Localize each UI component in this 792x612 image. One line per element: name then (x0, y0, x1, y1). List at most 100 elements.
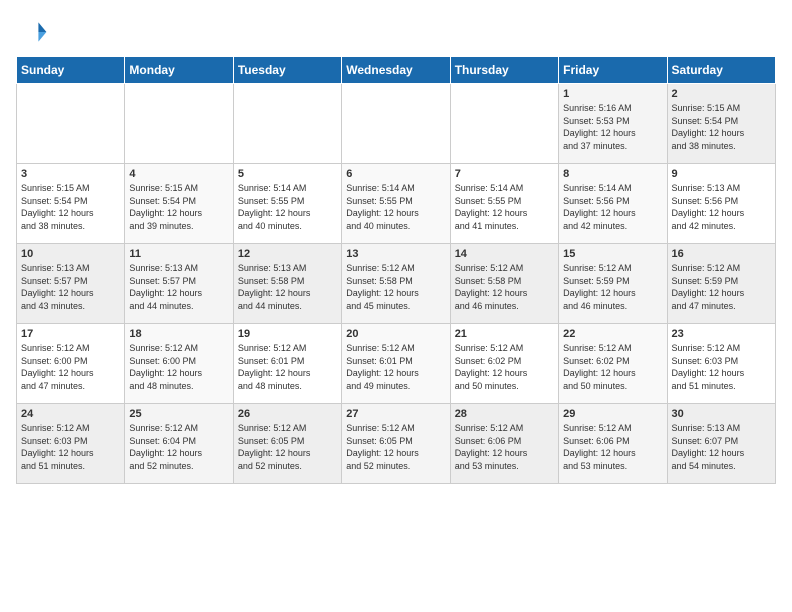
day-info: Sunrise: 5:12 AM Sunset: 6:02 PM Dayligh… (563, 342, 662, 392)
day-cell: 30Sunrise: 5:13 AM Sunset: 6:07 PM Dayli… (667, 404, 775, 484)
day-cell: 29 Sunrise: 5:12 AM Sunset: 6:06 PM Dayli… (559, 404, 667, 484)
day-cell: 7 Sunrise: 5:14 AM Sunset: 5:55 PM Daylig… (450, 164, 558, 244)
day-cell: 22 Sunrise: 5:12 AM Sunset: 6:02 PM Dayli… (559, 324, 667, 404)
day-cell: 25Sunrise: 5:12 AM Sunset: 6:04 PM Dayli… (125, 404, 233, 484)
day-info: Sunrise: 5:13 AM Sunset: 5:57 PM Dayligh… (21, 262, 120, 312)
day-number: 15 (563, 248, 662, 260)
day-cell: 23 Sunrise: 5:12 AM Sunset: 6:03 PM Dayli… (667, 324, 775, 404)
day-number: 29 (563, 408, 662, 420)
day-number: 2 (672, 88, 771, 100)
day-info: Sunrise: 5:12 AM Sunset: 6:06 PM Dayligh… (563, 422, 662, 472)
day-number: 19 (238, 328, 337, 340)
calendar-header: SundayMondayTuesdayWednesdayThursdayFrid… (17, 57, 776, 84)
day-number: 10 (21, 248, 120, 260)
day-number: 8 (563, 168, 662, 180)
day-number: 3 (21, 168, 120, 180)
day-number: 6 (346, 168, 445, 180)
day-info: Sunrise: 5:12 AM Sunset: 6:02 PM Dayligh… (455, 342, 554, 392)
day-cell: 28Sunrise: 5:12 AM Sunset: 6:06 PM Dayli… (450, 404, 558, 484)
day-info: Sunrise: 5:12 AM Sunset: 6:03 PM Dayligh… (672, 342, 771, 392)
day-number: 20 (346, 328, 445, 340)
day-info: Sunrise: 5:13 AM Sunset: 5:56 PM Dayligh… (672, 182, 771, 232)
logo-icon (16, 16, 48, 48)
day-info: Sunrise: 5:12 AM Sunset: 6:06 PM Dayligh… (455, 422, 554, 472)
day-number: 16 (672, 248, 771, 260)
day-number: 23 (672, 328, 771, 340)
day-number: 5 (238, 168, 337, 180)
day-number: 1 (563, 88, 662, 100)
day-cell: 19 Sunrise: 5:12 AM Sunset: 6:01 PM Dayli… (233, 324, 341, 404)
header-sunday: Sunday (17, 57, 125, 84)
day-cell (233, 84, 341, 164)
week-row-1: 1 Sunrise: 5:16 AM Sunset: 5:53 PM Daylig… (17, 84, 776, 164)
day-info: Sunrise: 5:15 AM Sunset: 5:54 PM Dayligh… (672, 102, 771, 152)
day-info: Sunrise: 5:15 AM Sunset: 5:54 PM Dayligh… (129, 182, 228, 232)
day-number: 13 (346, 248, 445, 260)
day-cell: 12Sunrise: 5:13 AM Sunset: 5:58 PM Dayli… (233, 244, 341, 324)
day-number: 9 (672, 168, 771, 180)
day-cell (125, 84, 233, 164)
day-info: Sunrise: 5:12 AM Sunset: 6:00 PM Dayligh… (21, 342, 120, 392)
day-info: Sunrise: 5:14 AM Sunset: 5:55 PM Dayligh… (238, 182, 337, 232)
page-header (16, 16, 776, 48)
header-monday: Monday (125, 57, 233, 84)
day-info: Sunrise: 5:12 AM Sunset: 6:01 PM Dayligh… (238, 342, 337, 392)
day-number: 30 (672, 408, 771, 420)
day-info: Sunrise: 5:14 AM Sunset: 5:56 PM Dayligh… (563, 182, 662, 232)
day-cell (17, 84, 125, 164)
week-row-4: 17 Sunrise: 5:12 AM Sunset: 6:00 PM Dayli… (17, 324, 776, 404)
day-cell: 6 Sunrise: 5:14 AM Sunset: 5:55 PM Daylig… (342, 164, 450, 244)
day-number: 7 (455, 168, 554, 180)
day-cell: 18Sunrise: 5:12 AM Sunset: 6:00 PM Dayli… (125, 324, 233, 404)
day-cell (450, 84, 558, 164)
day-cell: 9 Sunrise: 5:13 AM Sunset: 5:56 PM Daylig… (667, 164, 775, 244)
day-info: Sunrise: 5:12 AM Sunset: 6:04 PM Dayligh… (129, 422, 228, 472)
day-cell: 17 Sunrise: 5:12 AM Sunset: 6:00 PM Dayli… (17, 324, 125, 404)
header-saturday: Saturday (667, 57, 775, 84)
day-info: Sunrise: 5:13 AM Sunset: 5:58 PM Dayligh… (238, 262, 337, 312)
day-info: Sunrise: 5:12 AM Sunset: 6:03 PM Dayligh… (21, 422, 120, 472)
day-cell: 24 Sunrise: 5:12 AM Sunset: 6:03 PM Dayli… (17, 404, 125, 484)
day-info: Sunrise: 5:12 AM Sunset: 6:01 PM Dayligh… (346, 342, 445, 392)
day-cell: 2 Sunrise: 5:15 AM Sunset: 5:54 PM Daylig… (667, 84, 775, 164)
day-number: 24 (21, 408, 120, 420)
day-number: 11 (129, 248, 228, 260)
day-cell: 1 Sunrise: 5:16 AM Sunset: 5:53 PM Daylig… (559, 84, 667, 164)
day-cell: 8 Sunrise: 5:14 AM Sunset: 5:56 PM Daylig… (559, 164, 667, 244)
day-cell: 20 Sunrise: 5:12 AM Sunset: 6:01 PM Dayli… (342, 324, 450, 404)
day-number: 17 (21, 328, 120, 340)
day-cell: 14 Sunrise: 5:12 AM Sunset: 5:58 PM Dayli… (450, 244, 558, 324)
header-wednesday: Wednesday (342, 57, 450, 84)
day-info: Sunrise: 5:12 AM Sunset: 5:58 PM Dayligh… (455, 262, 554, 312)
day-info: Sunrise: 5:12 AM Sunset: 5:59 PM Dayligh… (672, 262, 771, 312)
day-info: Sunrise: 5:12 AM Sunset: 5:58 PM Dayligh… (346, 262, 445, 312)
day-cell: 15Sunrise: 5:12 AM Sunset: 5:59 PM Dayli… (559, 244, 667, 324)
day-info: Sunrise: 5:14 AM Sunset: 5:55 PM Dayligh… (455, 182, 554, 232)
day-cell: 26Sunrise: 5:12 AM Sunset: 6:05 PM Dayli… (233, 404, 341, 484)
day-info: Sunrise: 5:14 AM Sunset: 5:55 PM Dayligh… (346, 182, 445, 232)
header-tuesday: Tuesday (233, 57, 341, 84)
header-friday: Friday (559, 57, 667, 84)
day-cell: 11 Sunrise: 5:13 AM Sunset: 5:57 PM Dayli… (125, 244, 233, 324)
logo (16, 16, 52, 48)
day-info: Sunrise: 5:12 AM Sunset: 6:05 PM Dayligh… (346, 422, 445, 472)
day-cell: 3Sunrise: 5:15 AM Sunset: 5:54 PM Daylig… (17, 164, 125, 244)
day-number: 14 (455, 248, 554, 260)
calendar-table: SundayMondayTuesdayWednesdayThursdayFrid… (16, 56, 776, 484)
day-number: 4 (129, 168, 228, 180)
week-row-5: 24 Sunrise: 5:12 AM Sunset: 6:03 PM Dayli… (17, 404, 776, 484)
day-cell: 4 Sunrise: 5:15 AM Sunset: 5:54 PM Daylig… (125, 164, 233, 244)
header-thursday: Thursday (450, 57, 558, 84)
day-cell: 13 Sunrise: 5:12 AM Sunset: 5:58 PM Dayli… (342, 244, 450, 324)
day-info: Sunrise: 5:13 AM Sunset: 5:57 PM Dayligh… (129, 262, 228, 312)
day-info: Sunrise: 5:12 AM Sunset: 6:05 PM Dayligh… (238, 422, 337, 472)
day-info: Sunrise: 5:16 AM Sunset: 5:53 PM Dayligh… (563, 102, 662, 152)
day-number: 21 (455, 328, 554, 340)
day-number: 22 (563, 328, 662, 340)
day-cell: 16 Sunrise: 5:12 AM Sunset: 5:59 PM Dayli… (667, 244, 775, 324)
week-row-2: 3 Sunrise: 5:15 AM Sunset: 5:54 PM Daylig… (17, 164, 776, 244)
day-cell: 27Sunrise: 5:12 AM Sunset: 6:05 PM Dayli… (342, 404, 450, 484)
week-row-3: 10 Sunrise: 5:13 AM Sunset: 5:57 PM Dayli… (17, 244, 776, 324)
day-cell (342, 84, 450, 164)
header-row: SundayMondayTuesdayWednesdayThursdayFrid… (17, 57, 776, 84)
